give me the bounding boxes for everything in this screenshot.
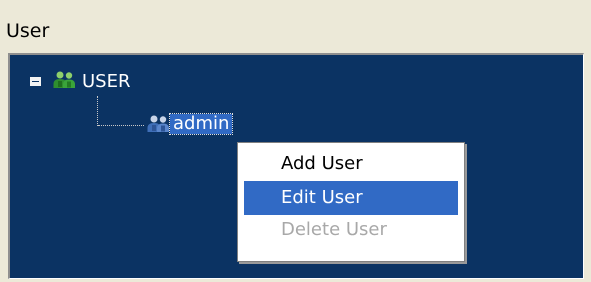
tree-node-admin-label[interactable]: admin (168, 113, 234, 135)
menu-item-add-user[interactable]: Add User (244, 147, 458, 181)
tree-connector-vertical (97, 96, 98, 126)
tree-connector-horizontal (98, 125, 144, 126)
users-group-icon[interactable] (52, 71, 76, 89)
panel-title: User (6, 20, 50, 42)
menu-item-delete-user: Delete User (281, 219, 387, 240)
users-group-icon[interactable] (146, 115, 170, 133)
collapse-toggle-icon[interactable] (30, 77, 41, 86)
context-menu: Add User Edit User Delete User (237, 142, 465, 262)
tree-node-user-label[interactable]: USER (82, 72, 130, 92)
menu-item-edit-user[interactable]: Edit User (244, 181, 458, 215)
